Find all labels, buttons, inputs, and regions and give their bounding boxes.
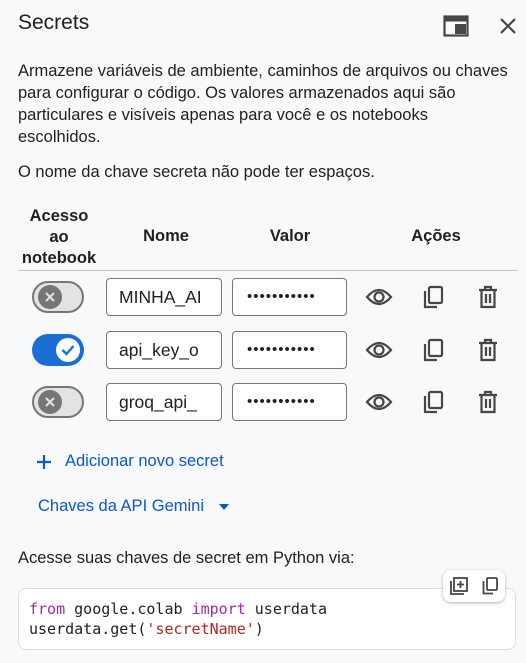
copy-icon — [482, 577, 498, 595]
name-space-warning: O nome da chave secreta não pode ter esp… — [18, 163, 375, 181]
code-string: 'secretName' — [146, 620, 255, 638]
close-icon — [500, 18, 516, 34]
code-text: userdata — [245, 600, 328, 618]
caret-down-icon — [219, 503, 229, 510]
eye-icon — [365, 288, 393, 306]
code-snippet[interactable]: from google.colab import userdata userda… — [18, 588, 516, 650]
access-header-line2: ao — [49, 228, 69, 246]
secret-name-input[interactable]: api_key_o — [106, 331, 222, 369]
code-text: google.colab — [65, 600, 192, 618]
add-secret-button[interactable]: Adicionar novo secret — [36, 452, 224, 471]
secrets-description: Armazene variáveis de ambiente, caminhos… — [18, 62, 508, 146]
close-icon — [45, 292, 55, 302]
copy-value-button[interactable] — [417, 281, 449, 313]
show-value-button[interactable] — [363, 334, 395, 366]
show-value-button[interactable] — [363, 281, 395, 313]
header-divider — [18, 270, 518, 271]
notebook-access-toggle[interactable] — [32, 281, 84, 313]
secret-row: groq_api_ ••••••••••• — [0, 381, 526, 425]
code-toolbar — [443, 570, 505, 602]
toggle-knob — [38, 285, 62, 309]
column-header-access: Acesso ao notebook — [18, 206, 100, 269]
secret-name-input[interactable]: MINHA_AI — [106, 278, 222, 316]
check-icon — [61, 345, 75, 356]
eye-icon — [365, 341, 393, 359]
add-secret-label: Adicionar novo secret — [65, 452, 224, 470]
secret-row: api_key_o ••••••••••• — [0, 329, 526, 373]
column-header-value: Valor — [269, 227, 311, 245]
column-header-name: Nome — [143, 227, 189, 245]
python-access-text: Acesse suas chaves de secret em Python v… — [18, 549, 355, 567]
panel-header: Secrets — [0, 0, 526, 50]
notebook-access-toggle[interactable] — [32, 386, 84, 418]
access-header-line3: notebook — [21, 249, 97, 267]
access-header-line1: Acesso — [29, 207, 89, 225]
copy-icon — [423, 390, 444, 414]
code-text: ) — [254, 620, 264, 638]
close-icon — [45, 397, 55, 407]
delete-secret-button[interactable] — [472, 281, 504, 313]
gemini-api-keys-dropdown[interactable]: Chaves da API Gemini — [38, 497, 230, 516]
code-text: userdata.get( — [29, 620, 147, 638]
plus-icon — [37, 454, 51, 469]
copy-value-button[interactable] — [417, 334, 449, 366]
column-header-actions: Ações — [411, 227, 461, 245]
show-value-button[interactable] — [363, 386, 395, 418]
secret-row: MINHA_AI ••••••••••• — [0, 276, 526, 320]
copy-value-button[interactable] — [417, 386, 449, 418]
add-to-notebook-icon — [450, 577, 468, 595]
secret-value-input[interactable]: ••••••••••• — [232, 331, 347, 369]
copy-code-button[interactable] — [482, 577, 498, 595]
copy-icon — [423, 338, 444, 362]
secret-value-input[interactable]: ••••••••••• — [232, 383, 347, 421]
notebook-access-toggle[interactable] — [32, 334, 84, 366]
panel-title: Secrets — [18, 11, 90, 34]
toggle-knob — [38, 390, 62, 414]
secret-name-input[interactable]: groq_api_ — [106, 383, 222, 421]
open-in-tab-button[interactable] — [440, 10, 472, 42]
delete-secret-button[interactable] — [472, 386, 504, 418]
delete-secret-button[interactable] — [472, 334, 504, 366]
eye-icon — [365, 393, 393, 411]
trash-icon — [479, 390, 497, 414]
toggle-knob — [56, 338, 80, 362]
trash-icon — [479, 285, 497, 309]
insert-code-button[interactable] — [450, 577, 468, 595]
close-button[interactable] — [492, 10, 524, 42]
code-keyword: import — [191, 600, 246, 618]
copy-icon — [423, 285, 444, 309]
code-keyword: from — [29, 600, 66, 618]
gemini-api-keys-label: Chaves da API Gemini — [38, 497, 204, 515]
secret-value-input[interactable]: ••••••••••• — [232, 278, 347, 316]
trash-icon — [479, 338, 497, 362]
open-in-tab-icon — [443, 15, 469, 37]
